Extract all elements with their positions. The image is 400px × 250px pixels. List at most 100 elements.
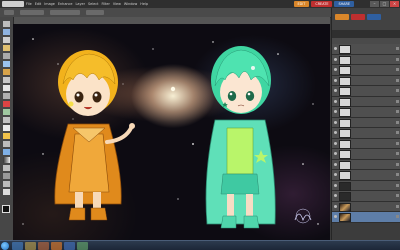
layer-lock-icon[interactable] xyxy=(396,162,399,166)
layer-lock-icon[interactable] xyxy=(396,120,399,124)
layer-row[interactable] xyxy=(332,201,400,212)
visibility-eye-icon[interactable] xyxy=(334,131,337,134)
blur-tool-icon[interactable] xyxy=(3,173,10,179)
visibility-eye-icon[interactable] xyxy=(334,215,337,218)
ie-icon[interactable] xyxy=(12,242,23,250)
clone-stamp-icon[interactable] xyxy=(3,117,10,123)
menu-edit[interactable]: Edit xyxy=(35,0,42,8)
paint-bucket-icon[interactable] xyxy=(3,149,10,155)
layer-row[interactable] xyxy=(332,65,400,76)
close-button[interactable]: × xyxy=(390,1,399,7)
firefox-icon[interactable] xyxy=(51,242,62,250)
menu-view[interactable]: View xyxy=(113,0,121,8)
guided-button[interactable] xyxy=(351,14,365,20)
media-icon[interactable] xyxy=(38,242,49,250)
layer-row[interactable] xyxy=(332,128,400,139)
visibility-eye-icon[interactable] xyxy=(334,110,337,113)
smart-brush-icon[interactable] xyxy=(3,141,10,147)
visibility-eye-icon[interactable] xyxy=(334,183,337,187)
visibility-eye-icon[interactable] xyxy=(334,204,337,208)
shape-tool-icon[interactable] xyxy=(3,165,10,171)
minimize-button[interactable]: – xyxy=(370,1,379,7)
layer-row[interactable] xyxy=(332,159,400,170)
layer-row[interactable] xyxy=(332,191,400,202)
tab-share[interactable]: SHARE xyxy=(334,1,354,7)
quick-fix-button[interactable] xyxy=(335,14,349,20)
tool-preset-picker[interactable] xyxy=(4,10,14,15)
visibility-eye-icon[interactable] xyxy=(334,120,337,124)
explorer-icon[interactable] xyxy=(25,242,36,250)
move-tool-icon[interactable] xyxy=(3,21,10,27)
visibility-eye-icon[interactable] xyxy=(334,68,337,71)
layer-lock-icon[interactable] xyxy=(396,215,399,218)
healing-brush-icon[interactable] xyxy=(3,109,10,115)
red-eye-tool-icon[interactable] xyxy=(3,101,10,107)
layer-row[interactable] xyxy=(332,75,400,86)
menu-help[interactable]: Help xyxy=(140,0,148,8)
maximize-button[interactable]: □ xyxy=(380,1,389,7)
visibility-eye-icon[interactable] xyxy=(334,78,337,82)
layer-lock-icon[interactable] xyxy=(396,110,399,113)
windows-start-icon[interactable] xyxy=(1,242,9,250)
document-canvas[interactable] xyxy=(13,24,330,240)
photoshop-icon[interactable] xyxy=(64,242,75,250)
marquee-tool-icon[interactable] xyxy=(3,53,10,59)
visibility-eye-icon[interactable] xyxy=(334,141,337,145)
layer-row[interactable] xyxy=(332,117,400,128)
visibility-eye-icon[interactable] xyxy=(334,99,337,103)
layer-lock-icon[interactable] xyxy=(396,194,399,197)
layer-lock-icon[interactable] xyxy=(396,141,399,145)
lasso-tool-icon[interactable] xyxy=(3,61,10,67)
layer-lock-icon[interactable] xyxy=(396,183,399,187)
layer-lock-icon[interactable] xyxy=(396,47,399,50)
layer-row[interactable] xyxy=(332,107,400,118)
chat-icon[interactable] xyxy=(77,242,88,250)
document-tab[interactable]: Chibi brothers @ 66.7% (Layer 2, RGB/8) … xyxy=(14,17,330,33)
option-control[interactable] xyxy=(50,10,80,15)
eraser-tool-icon[interactable] xyxy=(3,125,10,131)
crop-tool-icon[interactable] xyxy=(3,93,10,99)
layer-row[interactable] xyxy=(332,96,400,107)
option-control[interactable] xyxy=(20,10,44,15)
layer-lock-icon[interactable] xyxy=(396,204,399,208)
visibility-eye-icon[interactable] xyxy=(334,162,337,166)
layer-lock-icon[interactable] xyxy=(396,57,399,61)
visibility-eye-icon[interactable] xyxy=(334,194,337,197)
menu-filter[interactable]: Filter xyxy=(101,0,109,8)
layer-lock-icon[interactable] xyxy=(396,78,399,82)
layer-row[interactable] xyxy=(332,138,400,149)
visibility-eye-icon[interactable] xyxy=(334,89,337,92)
hand-tool-icon[interactable] xyxy=(3,37,10,43)
layer-row[interactable] xyxy=(332,212,400,223)
menu-enhance[interactable]: Enhance xyxy=(58,0,73,8)
layer-lock-icon[interactable] xyxy=(396,152,399,155)
layer-lock-icon[interactable] xyxy=(396,68,399,71)
menu-window[interactable]: Window xyxy=(124,0,137,8)
foreground-color-swatch[interactable] xyxy=(2,205,10,213)
zoom-tool-icon[interactable] xyxy=(3,29,10,35)
visibility-eye-icon[interactable] xyxy=(334,57,337,61)
full-edit-button[interactable] xyxy=(367,14,381,20)
visibility-eye-icon[interactable] xyxy=(334,47,337,50)
layer-lock-icon[interactable] xyxy=(396,99,399,103)
menu-layer[interactable]: Layer xyxy=(76,0,85,8)
layer-row[interactable] xyxy=(332,149,400,160)
menu-file[interactable]: File xyxy=(26,0,32,8)
tab-create[interactable]: CREATE xyxy=(311,1,333,7)
sponge-tool-icon[interactable] xyxy=(3,181,10,187)
layer-lock-icon[interactable] xyxy=(396,89,399,92)
tab-edit[interactable]: EDIT xyxy=(293,1,310,7)
gradient-tool-icon[interactable] xyxy=(3,157,10,163)
brush-tool-icon[interactable] xyxy=(3,133,10,139)
magic-wand-tool-icon[interactable] xyxy=(3,69,10,75)
visibility-eye-icon[interactable] xyxy=(334,173,337,176)
layer-row[interactable] xyxy=(332,54,400,65)
type-tool-icon[interactable] xyxy=(3,85,10,91)
layer-row[interactable] xyxy=(332,44,400,55)
selection-brush-icon[interactable] xyxy=(3,77,10,83)
eyedropper-tool-icon[interactable] xyxy=(3,45,10,51)
visibility-eye-icon[interactable] xyxy=(334,152,337,155)
menu-image[interactable]: Image xyxy=(44,0,55,8)
layer-lock-icon[interactable] xyxy=(396,131,399,134)
menu-select[interactable]: Select xyxy=(88,0,98,8)
